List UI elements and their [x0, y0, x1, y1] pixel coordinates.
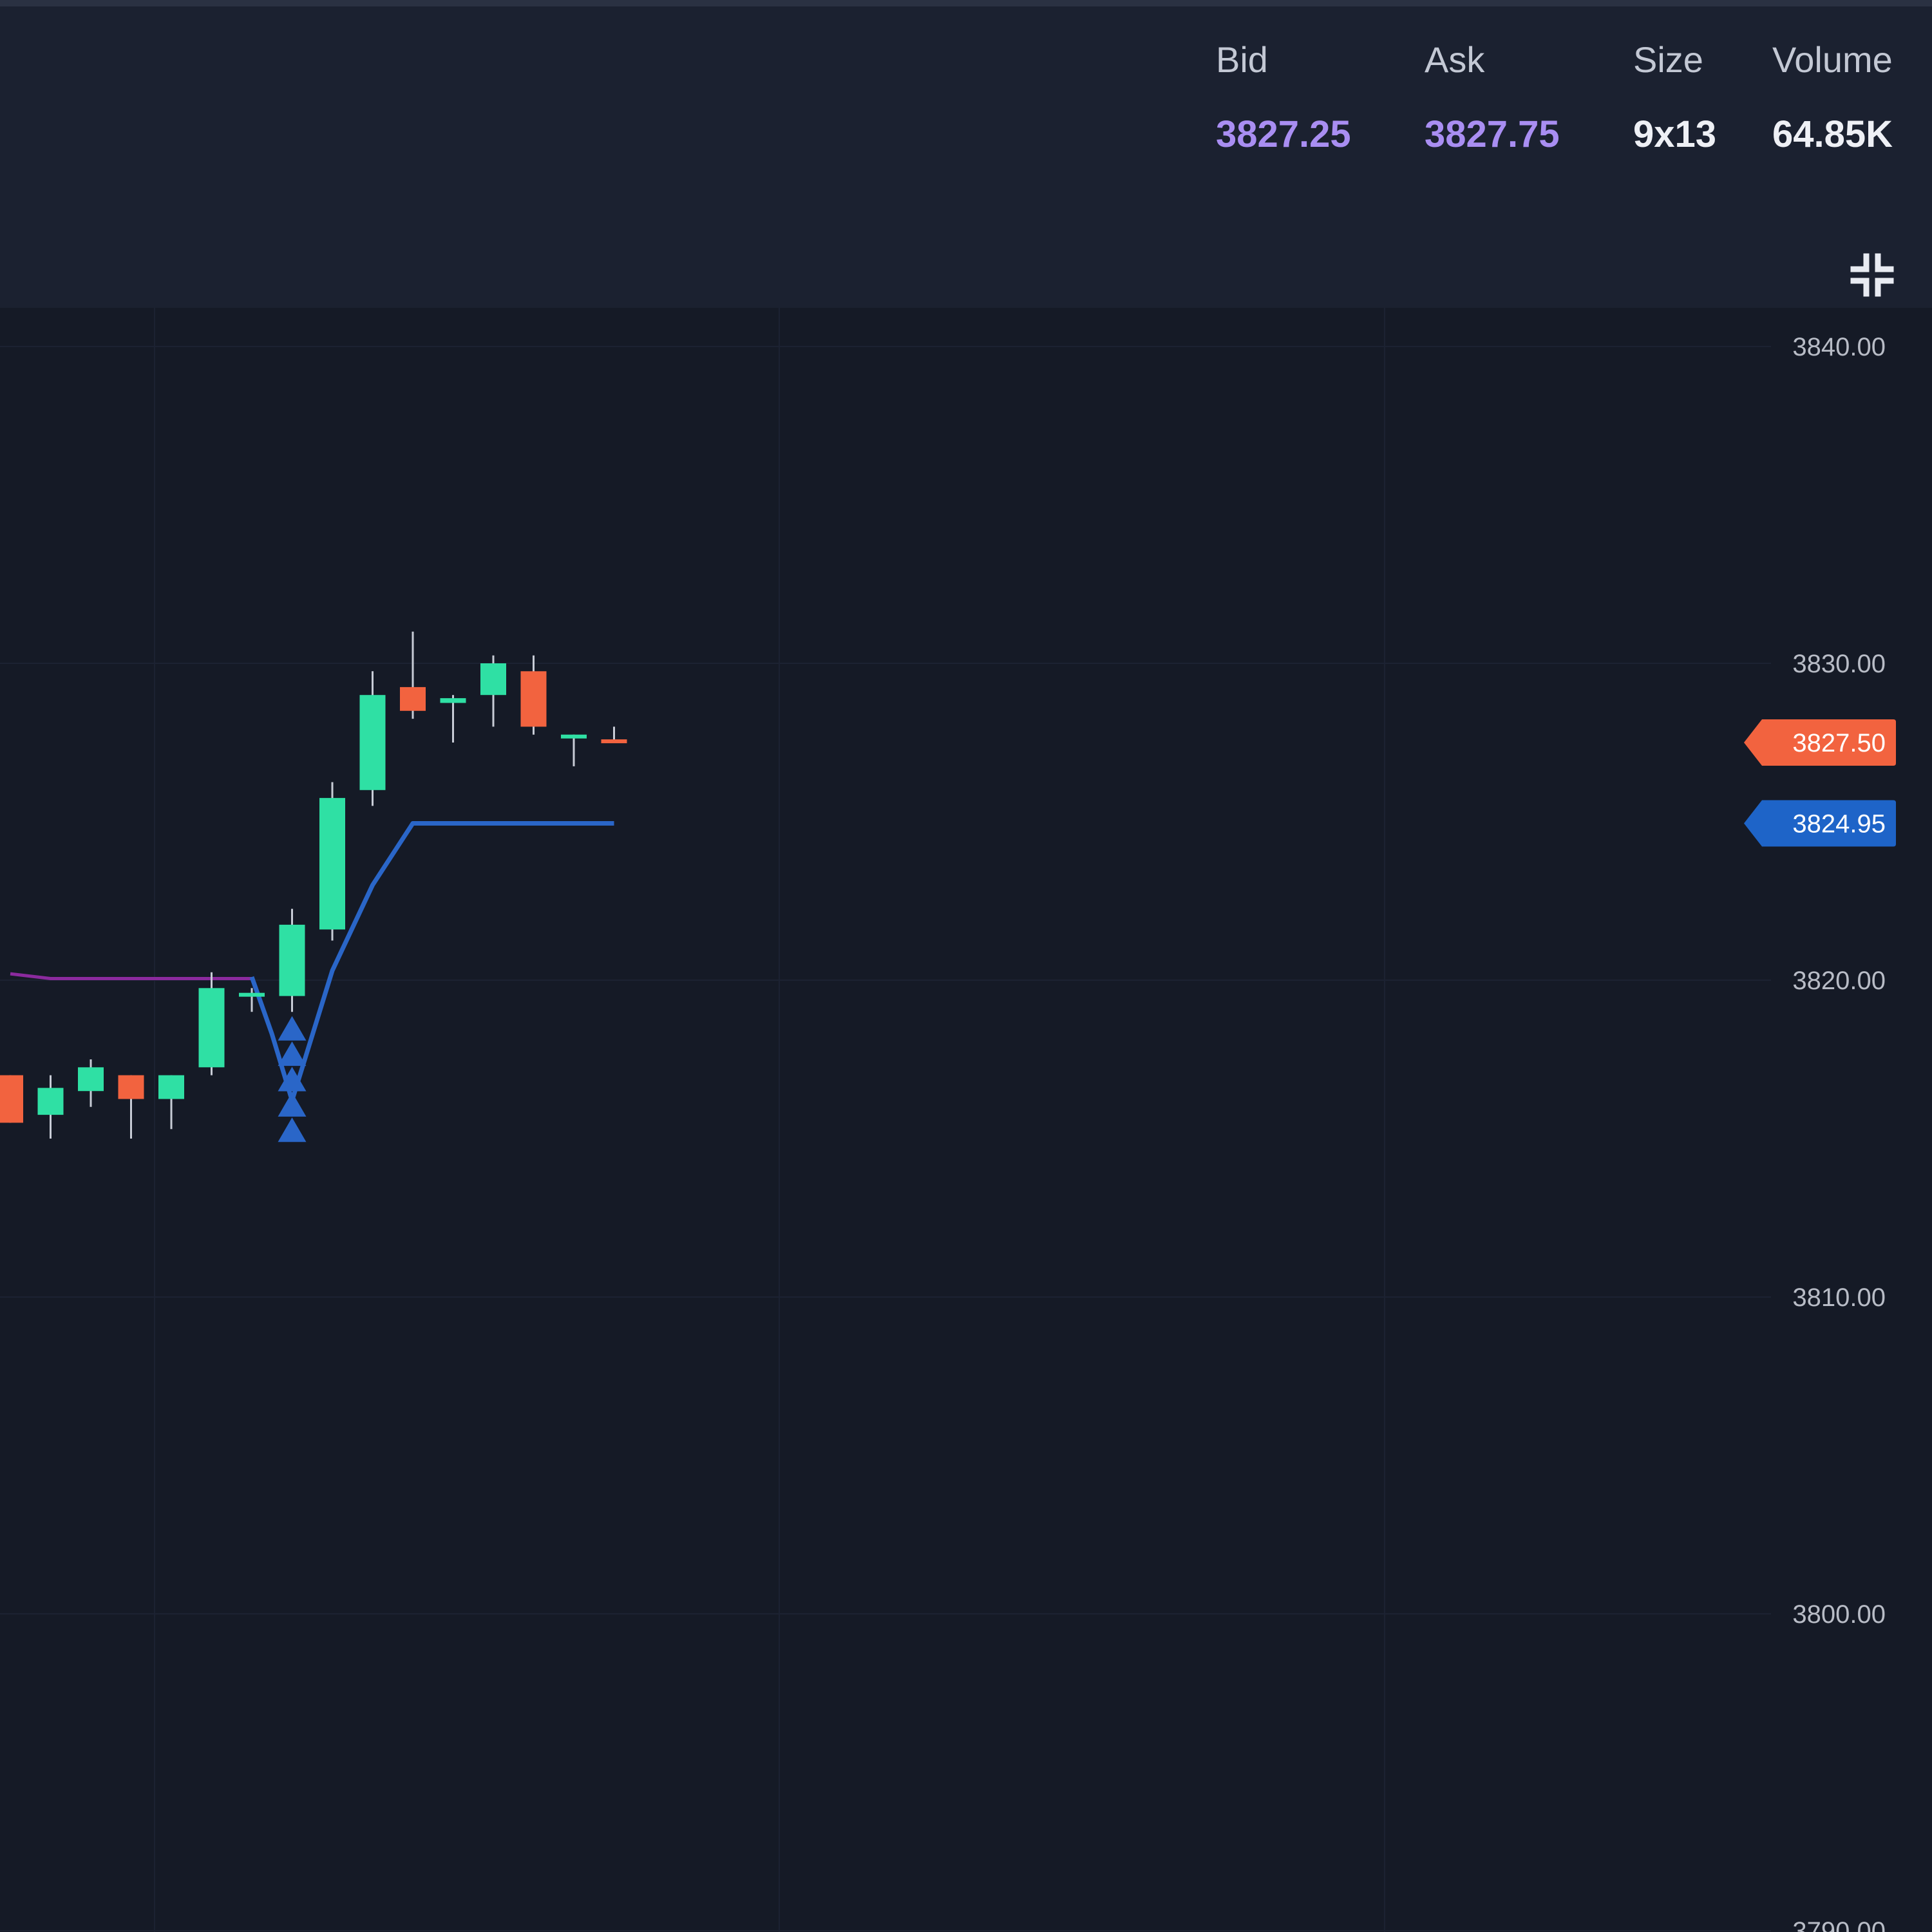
buy-signal-marker	[278, 1016, 307, 1041]
candle-body	[359, 695, 386, 790]
collapse-button[interactable]	[1847, 250, 1897, 300]
candle-body	[480, 663, 506, 696]
chart-canvas[interactable]: 3840.00 3830.00 3820.00 3810.00 3800.00 3790.…	[0, 308, 1932, 1932]
size-label: Size	[1633, 39, 1703, 80]
candle-body	[400, 687, 426, 711]
average-price-tag-label: 3824.95	[1792, 810, 1886, 838]
y-axis-tick-label: 3840.00	[1792, 333, 1886, 361]
candle-body	[601, 739, 627, 744]
ask-value: 3827.75	[1425, 113, 1560, 155]
ask-label: Ask	[1425, 39, 1485, 80]
vwap-line	[10, 972, 252, 981]
y-axis-tick-label: 3830.00	[1792, 650, 1886, 678]
candle-body	[319, 798, 345, 930]
y-axis-tick-label: 3790.00	[1792, 1917, 1886, 1932]
y-axis-tick-label: 3810.00	[1792, 1283, 1886, 1312]
price-chart[interactable]: 3840.00 3830.00 3820.00 3810.00 3800.00 3790.…	[0, 308, 1932, 1932]
bid-value: 3827.25	[1216, 113, 1351, 155]
candle-body	[78, 1067, 104, 1092]
size-value: 9x13	[1633, 113, 1717, 155]
collapse-icon	[1850, 253, 1894, 297]
quote-header: Bid 3827.25 Ask 3827.75 Size 9x13 Volume…	[0, 0, 1932, 308]
y-axis-tick-label: 3800.00	[1792, 1600, 1886, 1629]
last-price-tag-label: 3827.50	[1792, 729, 1886, 757]
candle-body	[118, 1075, 144, 1099]
bid-label: Bid	[1216, 39, 1268, 80]
candle-body	[239, 992, 265, 997]
candle-body	[158, 1075, 184, 1099]
volume-value: 64.85K	[1772, 113, 1893, 155]
y-axis-tick-label: 3820.00	[1792, 967, 1886, 995]
candle-body	[279, 924, 305, 996]
candle-body	[520, 671, 547, 727]
buy-signal-marker	[278, 1041, 307, 1066]
candle-body	[440, 698, 466, 703]
candle-body	[37, 1088, 64, 1115]
candle-body	[0, 1075, 23, 1123]
buy-signal-marker	[278, 1092, 307, 1117]
buy-signal-marker	[278, 1117, 307, 1142]
volume-label: Volume	[1772, 39, 1893, 80]
average-line	[249, 820, 614, 1103]
candle-body	[561, 734, 587, 739]
candle-body	[198, 988, 225, 1068]
